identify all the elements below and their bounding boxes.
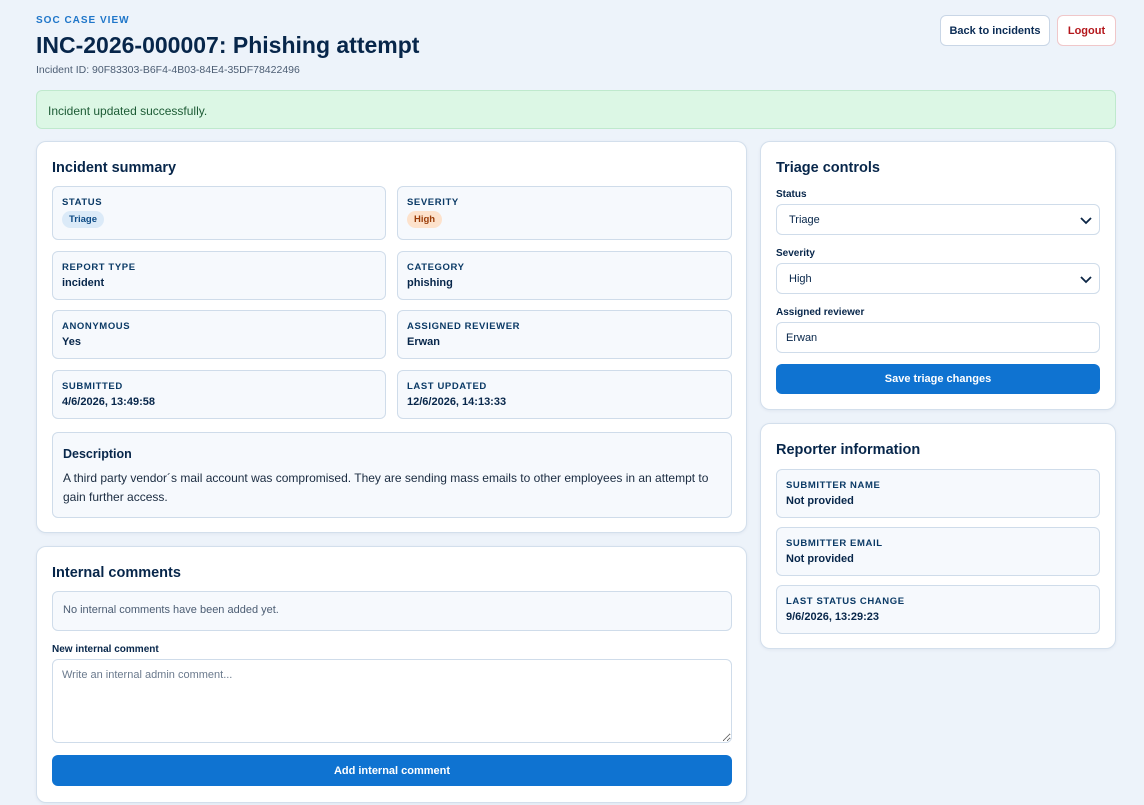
internal-comments-card: Internal comments No internal comments h… xyxy=(36,546,747,803)
report-type-label: REPORT TYPE xyxy=(62,262,136,273)
submitted-field: SUBMITTED 4/6/2026, 13:49:58 xyxy=(52,370,386,419)
comments-empty-box: No internal comments have been added yet… xyxy=(52,591,732,631)
reviewer-input[interactable]: Erwan xyxy=(776,322,1100,353)
submitter-email-value: Not provided xyxy=(786,553,854,565)
status-badge: Triage xyxy=(62,211,104,228)
description-box: Description A third party vendor´s mail … xyxy=(52,432,732,518)
alert-message: Incident updated successfully. xyxy=(48,104,208,118)
severity-select-value: High xyxy=(789,273,812,285)
severity-select[interactable]: High xyxy=(776,263,1100,294)
last-updated-value: 12/6/2026, 14:13:33 xyxy=(407,396,507,408)
assigned-reviewer-field: ASSIGNED REVIEWER Erwan xyxy=(397,310,732,359)
last-status-change-field: LAST STATUS CHANGE 9/6/2026, 13:29:23 xyxy=(776,585,1100,634)
internal-comments-title: Internal comments xyxy=(52,565,181,581)
submitter-name-field: SUBMITTER NAME Not provided xyxy=(776,469,1100,518)
comments-empty-message: No internal comments have been added yet… xyxy=(63,604,279,616)
report-type-field: REPORT TYPE incident xyxy=(52,251,386,300)
anonymous-value: Yes xyxy=(62,336,81,348)
submitter-email-label: SUBMITTER EMAIL xyxy=(786,538,883,549)
status-select[interactable]: Triage xyxy=(776,204,1100,235)
status-select-value: Triage xyxy=(789,214,820,226)
triage-controls-card: Triage controls Status Triage Severity H… xyxy=(760,141,1116,410)
success-alert: Incident updated successfully. xyxy=(36,90,1116,129)
status-select-label: Status xyxy=(776,189,807,200)
severity-field: SEVERITY High xyxy=(397,186,732,240)
save-triage-button[interactable]: Save triage changes xyxy=(776,364,1100,394)
submitter-email-field: SUBMITTER EMAIL Not provided xyxy=(776,527,1100,576)
severity-label: SEVERITY xyxy=(407,197,459,208)
anonymous-label: ANONYMOUS xyxy=(62,321,131,332)
submitter-name-label: SUBMITTER NAME xyxy=(786,480,881,491)
incident-id: Incident ID: 90F83303-B6F4-4B03-84E4-35D… xyxy=(36,64,300,76)
severity-badge: High xyxy=(407,211,443,228)
incident-summary-title: Incident summary xyxy=(52,160,177,176)
page-title: INC-2026-000007: Phishing attempt xyxy=(36,32,420,58)
severity-select-label: Severity xyxy=(776,248,815,259)
new-comment-textarea[interactable] xyxy=(52,659,732,743)
triage-controls-title: Triage controls xyxy=(776,160,880,176)
assigned-reviewer-value: Erwan xyxy=(407,336,441,348)
add-comment-button[interactable]: Add internal comment xyxy=(52,755,732,786)
submitted-value: 4/6/2026, 13:49:58 xyxy=(62,396,155,408)
last-updated-label: LAST UPDATED xyxy=(407,381,487,392)
page-eyebrow: SOC CASE VIEW xyxy=(36,15,130,26)
submitter-name-value: Not provided xyxy=(786,495,854,507)
last-status-change-value: 9/6/2026, 13:29:23 xyxy=(786,611,879,623)
report-type-value: incident xyxy=(62,277,105,289)
description-text: A third party vendor´s mail account was … xyxy=(63,471,709,504)
submitted-label: SUBMITTED xyxy=(62,381,123,392)
last-status-change-label: LAST STATUS CHANGE xyxy=(786,596,905,607)
anonymous-field: ANONYMOUS Yes xyxy=(52,310,386,359)
status-field: STATUS Triage xyxy=(52,186,386,240)
reporter-info-title: Reporter information xyxy=(776,442,921,458)
chevron-down-icon xyxy=(1080,217,1092,225)
category-field: CATEGORY phishing xyxy=(397,251,732,300)
logout-button[interactable]: Logout xyxy=(1057,15,1116,46)
description-title: Description xyxy=(63,447,132,461)
status-label: STATUS xyxy=(62,197,103,208)
category-label: CATEGORY xyxy=(407,262,465,273)
new-comment-label: New internal comment xyxy=(52,644,159,655)
chevron-down-icon xyxy=(1080,276,1092,284)
assigned-reviewer-label: ASSIGNED REVIEWER xyxy=(407,321,521,332)
incident-summary-card: Incident summary STATUS Triage SEVERITY … xyxy=(36,141,747,533)
category-value: phishing xyxy=(407,277,453,289)
reporter-info-card: Reporter information SUBMITTER NAME Not … xyxy=(760,423,1116,649)
last-updated-field: LAST UPDATED 12/6/2026, 14:13:33 xyxy=(397,370,732,419)
back-to-incidents-button[interactable]: Back to incidents xyxy=(940,15,1050,46)
reviewer-input-label: Assigned reviewer xyxy=(776,307,865,318)
